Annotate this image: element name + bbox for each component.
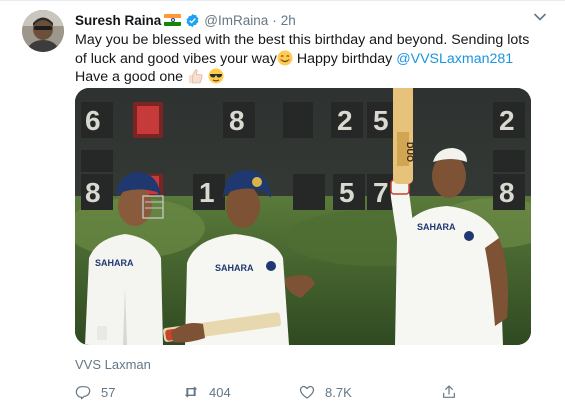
reply-count: 57 [101,384,116,400]
share-button[interactable] [441,384,467,400]
cricket-players-photo: 6 8 2 5 2 8 1 5 7 8 SAHARA SAHARA SAHARA… [75,88,531,345]
scoreboard-digit: 2 [499,105,515,136]
avatar-photo [22,10,64,52]
jersey-sponsor-text: SAHARA [95,258,134,268]
tweet-header: Suresh Raina @ImRaina · 2h [75,11,296,29]
scoreboard-digit: 2 [337,105,353,136]
scoreboard-digit: 8 [499,177,515,208]
scoreboard-digit: 8 [85,177,101,208]
tweet-card[interactable]: Suresh Raina @ImRaina · 2h May you be bl… [0,0,565,411]
tweet-actions: 57 404 8.7K [75,384,475,406]
retweet-button[interactable]: 404 [183,384,231,400]
share-icon [443,385,455,398]
tweet-text-part3: Have a good one [75,69,188,85]
author-avatar[interactable] [22,10,64,52]
jersey-sponsor-text: SAHARA [215,263,254,273]
scoreboard-digit: 5 [373,105,389,136]
jersey-sponsor-text: SAHARA [417,222,456,232]
retweet-count: 404 [209,384,231,400]
scoreboard-digit: 7 [373,177,389,208]
verified-badge-icon [186,13,199,27]
scoreboard-digit: 8 [229,105,245,136]
smiling-face-emoji-icon [277,50,293,65]
tweet-photo[interactable]: 6 8 2 5 2 8 1 5 7 8 SAHARA SAHARA SAHARA… [75,88,531,345]
india-flag-icon [164,14,182,26]
separator-dot: · [272,12,277,28]
reply-icon [75,386,91,400]
chevron-down-icon[interactable] [533,10,547,24]
scoreboard-digit: 6 [85,105,101,136]
mention-link[interactable]: @VVSLaxman281 [396,51,513,67]
scoreboard-digit: 1 [199,177,215,208]
like-button[interactable]: 8.7K [299,384,352,400]
reply-button[interactable]: 57 [75,384,115,400]
tweet-timestamp[interactable]: 2h [281,13,296,28]
thumbs-up-emoji-icon [189,69,203,84]
bat-brand-text: DUO [405,142,415,162]
tweet-text: May you be blessed with the best this bi… [75,31,545,87]
heart-icon [299,385,315,399]
author-handle[interactable]: @ImRaina [204,13,268,28]
scoreboard-digit: 5 [339,177,355,208]
media-caption[interactable]: VVS Laxman [75,357,151,372]
sunglasses-face-emoji-icon [208,68,224,84]
like-count: 8.7K [325,384,352,400]
author-name[interactable]: Suresh Raina [75,13,161,28]
tweet-text-part2: Happy birthday [292,50,397,67]
retweet-icon [184,386,198,398]
